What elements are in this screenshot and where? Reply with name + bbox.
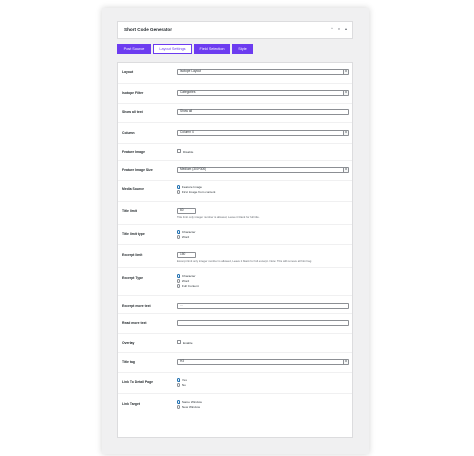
overlay-row: Overlay Enable bbox=[118, 334, 352, 353]
title-limit-type-option-0[interactable]: Character bbox=[177, 230, 195, 235]
radio-selected-icon bbox=[177, 274, 181, 279]
layout-label: Layout bbox=[122, 70, 134, 74]
title-limit-row: Title limit 60 Title limit only integer … bbox=[118, 202, 352, 225]
read-more-text-label: Read more text bbox=[122, 321, 147, 325]
tab-field-selection[interactable]: Field Selection bbox=[194, 44, 230, 54]
layout-row: Layout Isotope Layout ⬍ bbox=[118, 63, 352, 84]
link-to-detail-page-label: Link To Detail Page bbox=[122, 380, 154, 384]
radio-selected-icon bbox=[177, 378, 181, 383]
excerpt-limit-row: Excerpt limit 150 Excerpt limit only int… bbox=[118, 245, 352, 268]
title-limit-input[interactable]: 60 bbox=[177, 208, 196, 214]
title-limit-label: Title limit bbox=[122, 209, 137, 213]
link-target-option-0[interactable]: Same Window bbox=[177, 400, 202, 405]
feature-image-row: Feature Image Disable bbox=[118, 144, 352, 161]
excerpt-more-text-label: Excerpt more text bbox=[122, 304, 151, 308]
radio-selected-icon bbox=[177, 230, 181, 235]
title-tag-value: H3 bbox=[180, 359, 185, 363]
excerpt-type-option-1[interactable]: Word bbox=[177, 279, 189, 283]
isotope-filter-value: Categories bbox=[180, 90, 196, 94]
media-source-row: Media Source Feature Image First Image f… bbox=[118, 181, 352, 202]
radio-icon bbox=[177, 284, 181, 288]
feature-image-option: Disable bbox=[183, 149, 194, 154]
settings-sheet: Short Code Generator ^ v ▴ Post Source L… bbox=[102, 8, 369, 454]
panel-title: Short Code Generator bbox=[124, 27, 172, 32]
radio-selected-icon bbox=[177, 400, 181, 405]
chevron-down-icon[interactable]: v bbox=[338, 27, 340, 31]
excerpt-limit-label: Excerpt limit bbox=[122, 253, 143, 257]
show-all-text-input[interactable]: Show all bbox=[177, 109, 349, 115]
panel-header: Short Code Generator ^ v ▴ bbox=[117, 21, 353, 39]
excerpt-limit-input[interactable]: 150 bbox=[177, 252, 196, 258]
excerpt-more-text-row: Excerpt more text ... bbox=[118, 296, 352, 314]
radio-icon bbox=[177, 279, 181, 283]
excerpt-type-option-0[interactable]: Character bbox=[177, 274, 195, 279]
link-to-detail-page-option-0[interactable]: Yes bbox=[177, 378, 187, 383]
tab-post-source[interactable]: Post Source bbox=[117, 44, 151, 54]
title-limit-type-label: Title limit type bbox=[122, 232, 145, 236]
show-all-text-label: Show all text bbox=[122, 110, 143, 114]
overlay-checkbox[interactable] bbox=[177, 340, 181, 344]
media-source-label: Media Source bbox=[122, 187, 145, 191]
radio-icon bbox=[177, 235, 181, 239]
isotope-filter-select[interactable]: Categories ⬍ bbox=[177, 90, 349, 96]
read-more-text-input[interactable] bbox=[177, 320, 349, 326]
title-tag-row: Title tag H3 ⬍ bbox=[118, 353, 352, 373]
tab-style[interactable]: Style bbox=[232, 44, 253, 54]
feature-image-checkbox[interactable] bbox=[177, 149, 181, 153]
updown-arrow-icon: ⬍ bbox=[343, 359, 348, 364]
radio-selected-icon bbox=[177, 185, 181, 190]
media-source-option-1[interactable]: First Image from content bbox=[177, 190, 215, 194]
excerpt-type-row: Excerpt Type Character Word Full Content bbox=[118, 268, 352, 296]
title-limit-type-row: Title limit type Character Word bbox=[118, 225, 352, 245]
link-target-option-1[interactable]: New Window bbox=[177, 405, 200, 409]
title-tag-select[interactable]: H3 ⬍ bbox=[177, 359, 349, 365]
title-limit-type-option-1[interactable]: Word bbox=[177, 235, 189, 239]
link-to-detail-page-row: Link To Detail Page Yes No bbox=[118, 373, 352, 394]
triangle-icon[interactable]: ▴ bbox=[345, 27, 347, 31]
radio-icon bbox=[177, 383, 181, 387]
title-limit-description: Title limit only integer number is allow… bbox=[177, 215, 260, 219]
show-all-text-row: Show all text Show all bbox=[118, 104, 352, 123]
chevron-up-icon[interactable]: ^ bbox=[331, 27, 333, 31]
isotope-filter-label: Isotope Filter bbox=[122, 91, 144, 95]
read-more-text-row: Read more text bbox=[118, 314, 352, 334]
media-source-option-0[interactable]: Feature Image bbox=[177, 185, 202, 190]
isotope-filter-row: Isotope Filter Categories ⬍ bbox=[118, 84, 352, 104]
feature-image-size-value: Medium (300*300) bbox=[180, 167, 207, 171]
column-row: Column Column 4 ⬍ bbox=[118, 123, 352, 144]
updown-arrow-icon: ⬍ bbox=[343, 167, 348, 172]
column-select[interactable]: Column 4 ⬍ bbox=[177, 130, 349, 136]
excerpt-limit-description: Excerpt limit only integer number is all… bbox=[177, 259, 312, 263]
excerpt-type-option-2[interactable]: Full Content bbox=[177, 284, 199, 288]
updown-arrow-icon: ⬍ bbox=[343, 130, 348, 135]
radio-icon bbox=[177, 190, 181, 194]
overlay-option: Enable bbox=[183, 340, 193, 345]
feature-image-size-label: Feature Image Size bbox=[122, 168, 153, 172]
feature-image-size-select[interactable]: Medium (300*300) ⬍ bbox=[177, 167, 349, 173]
overlay-label: Overlay bbox=[122, 341, 135, 345]
updown-arrow-icon: ⬍ bbox=[343, 90, 348, 95]
link-target-row: Link Target Same Window New Window bbox=[118, 394, 352, 416]
layout-settings-form: Layout Isotope Layout ⬍ Isotope Filter C… bbox=[117, 62, 353, 438]
link-target-label: Link Target bbox=[122, 402, 141, 406]
excerpt-type-label: Excerpt Type bbox=[122, 276, 144, 280]
feature-image-size-row: Feature Image Size Medium (300*300) ⬍ bbox=[118, 161, 352, 181]
feature-image-label: Feature Image bbox=[122, 150, 145, 154]
column-label: Column bbox=[122, 131, 135, 135]
title-tag-label: Title tag bbox=[122, 360, 135, 364]
radio-icon bbox=[177, 405, 181, 409]
link-to-detail-page-option-1[interactable]: No bbox=[177, 383, 186, 387]
column-value: Column 4 bbox=[180, 130, 194, 134]
layout-value: Isotope Layout bbox=[180, 69, 201, 73]
layout-select[interactable]: Isotope Layout ⬍ bbox=[177, 69, 349, 75]
tab-layout-settings[interactable]: Layout Settings bbox=[153, 44, 192, 54]
updown-arrow-icon: ⬍ bbox=[343, 69, 348, 74]
excerpt-more-text-input[interactable]: ... bbox=[177, 303, 349, 309]
